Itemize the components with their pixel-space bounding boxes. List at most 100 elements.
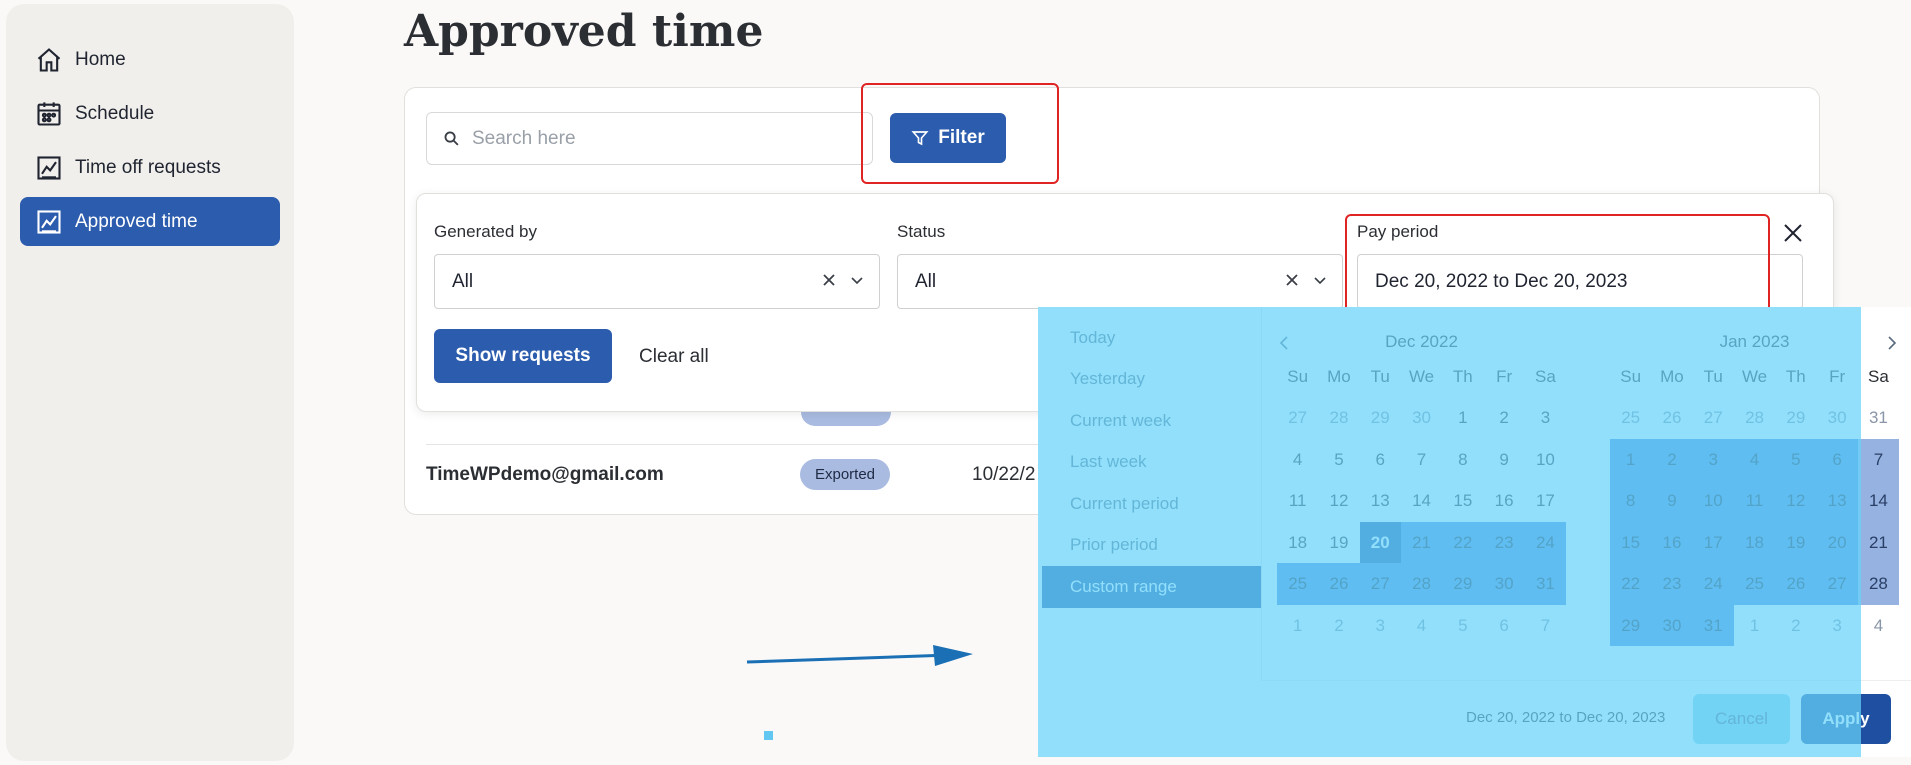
calendar-day[interactable]: 15 [1610,521,1652,563]
calendar-day[interactable]: 2 [1318,605,1359,647]
calendar-day[interactable]: 17 [1525,480,1566,522]
clear-all-link[interactable]: Clear all [639,346,709,368]
calendar-day[interactable]: 3 [1692,438,1734,480]
calendar-day[interactable]: 27 [1816,563,1858,605]
calendar-day[interactable]: 25 [1277,563,1319,605]
calendar-day[interactable]: 20 [1816,521,1858,563]
calendar-day[interactable]: 27 [1359,563,1401,605]
calendar-day[interactable]: 7 [1401,439,1442,481]
calendar-day[interactable]: 4 [1733,438,1776,480]
calendar-day[interactable]: 28 [1857,563,1900,605]
calendar-day[interactable]: 1 [1277,605,1318,647]
status-select[interactable]: All [897,254,1343,309]
search-box[interactable] [426,112,873,165]
sidebar-item-home[interactable]: Home [20,35,280,84]
calendar-day[interactable]: 25 [1610,397,1651,439]
calendar-day[interactable]: 16 [1483,480,1524,522]
calendar-day[interactable]: 1 [1442,397,1483,439]
calendar-day[interactable]: 27 [1277,397,1318,439]
calendar-day[interactable]: 29 [1610,604,1652,646]
calendar-day[interactable]: 31 [1858,397,1899,439]
calendar-day[interactable]: 26 [1318,563,1360,605]
calendar-day[interactable]: 5 [1442,605,1483,647]
calendar-day[interactable]: 13 [1360,480,1401,522]
calendar-day[interactable]: 14 [1401,480,1442,522]
chevron-down-icon[interactable] [849,272,865,288]
calendar-day[interactable]: 26 [1775,563,1817,605]
calendar-day[interactable]: 28 [1318,397,1359,439]
calendar-day[interactable]: 19 [1775,521,1817,563]
calendar-day[interactable]: 22 [1442,521,1484,563]
chevron-down-icon[interactable] [1312,272,1328,288]
calendar-day[interactable]: 7 [1857,438,1900,480]
calendar-day[interactable]: 31 [1524,563,1567,605]
calendar-day[interactable]: 1 [1610,438,1652,480]
calendar-day[interactable]: 26 [1651,397,1692,439]
calendar-day[interactable]: 2 [1775,605,1816,647]
calendar-day[interactable]: 1 [1734,605,1775,647]
calendar-day[interactable]: 29 [1442,563,1484,605]
calendar-day[interactable]: 11 [1277,480,1318,522]
calendar-day[interactable]: 29 [1360,397,1401,439]
range-last-week[interactable]: Last week [1038,442,1261,484]
chevron-right-icon[interactable] [1881,333,1901,353]
calendar-day[interactable]: 2 [1651,438,1693,480]
calendar-day[interactable]: 30 [1651,604,1693,646]
clear-icon[interactable] [821,272,837,288]
calendar-day[interactable]: 12 [1318,480,1359,522]
sidebar-item-time-off-requests[interactable]: Time off requests [20,143,280,192]
cancel-button[interactable]: Cancel [1693,694,1790,744]
range-today[interactable]: Today [1038,317,1261,359]
show-requests-button[interactable]: Show requests [434,329,612,383]
calendar-day[interactable]: 10 [1525,439,1566,481]
calendar-day[interactable]: 3 [1360,605,1401,647]
calendar-day[interactable]: 14 [1857,480,1900,522]
calendar-day[interactable]: 12 [1775,480,1817,522]
chevron-left-icon[interactable] [1275,333,1295,353]
calendar-day[interactable]: 28 [1734,397,1775,439]
calendar-day[interactable]: 23 [1651,563,1693,605]
generated-by-select[interactable]: All [434,254,880,309]
calendar-day[interactable]: 23 [1483,521,1525,563]
calendar-day[interactable]: 3 [1525,397,1566,439]
calendar-day[interactable]: 18 [1733,521,1776,563]
calendar-day[interactable]: 15 [1442,480,1483,522]
search-input[interactable] [472,127,852,150]
calendar-day[interactable]: 8 [1442,439,1483,481]
calendar-day[interactable]: 6 [1816,438,1858,480]
calendar-day[interactable]: 19 [1318,522,1359,564]
calendar-day[interactable]: 2 [1483,397,1524,439]
calendar-day[interactable]: 17 [1692,521,1734,563]
range-current-period[interactable]: Current period [1038,483,1261,525]
calendar-day[interactable]: 28 [1400,563,1443,605]
close-icon[interactable] [1782,222,1804,244]
apply-button[interactable]: Apply [1801,694,1891,744]
calendar-day[interactable]: 16 [1651,521,1693,563]
calendar-day[interactable]: 8 [1610,480,1652,522]
calendar-day[interactable]: 24 [1692,563,1734,605]
calendar-day[interactable]: 22 [1610,563,1652,605]
calendar-day[interactable]: 7 [1525,605,1566,647]
calendar-day[interactable]: 5 [1318,439,1359,481]
clear-icon[interactable] [1284,272,1300,288]
calendar-day[interactable]: 21 [1400,521,1443,563]
calendar-day[interactable]: 11 [1733,480,1776,522]
calendar-day[interactable]: 3 [1816,605,1857,647]
calendar-day[interactable]: 4 [1401,605,1442,647]
calendar-day[interactable]: 13 [1816,480,1858,522]
calendar-day[interactable]: 29 [1775,397,1816,439]
calendar-day[interactable]: 30 [1401,397,1442,439]
calendar-day[interactable]: 18 [1277,522,1318,564]
calendar-day[interactable]: 20 [1359,521,1401,563]
calendar-day[interactable]: 21 [1857,521,1900,563]
calendar-day[interactable]: 10 [1692,480,1734,522]
calendar-day[interactable]: 6 [1360,439,1401,481]
range-current-week[interactable]: Current week [1038,400,1261,442]
sidebar-item-schedule[interactable]: Schedule [20,89,280,138]
calendar-day[interactable]: 9 [1651,480,1693,522]
calendar-day[interactable]: 30 [1483,563,1525,605]
calendar-day[interactable]: 6 [1483,605,1524,647]
range-prior-period[interactable]: Prior period [1038,525,1261,567]
calendar-day[interactable]: 30 [1816,397,1857,439]
calendar-day[interactable]: 9 [1483,439,1524,481]
